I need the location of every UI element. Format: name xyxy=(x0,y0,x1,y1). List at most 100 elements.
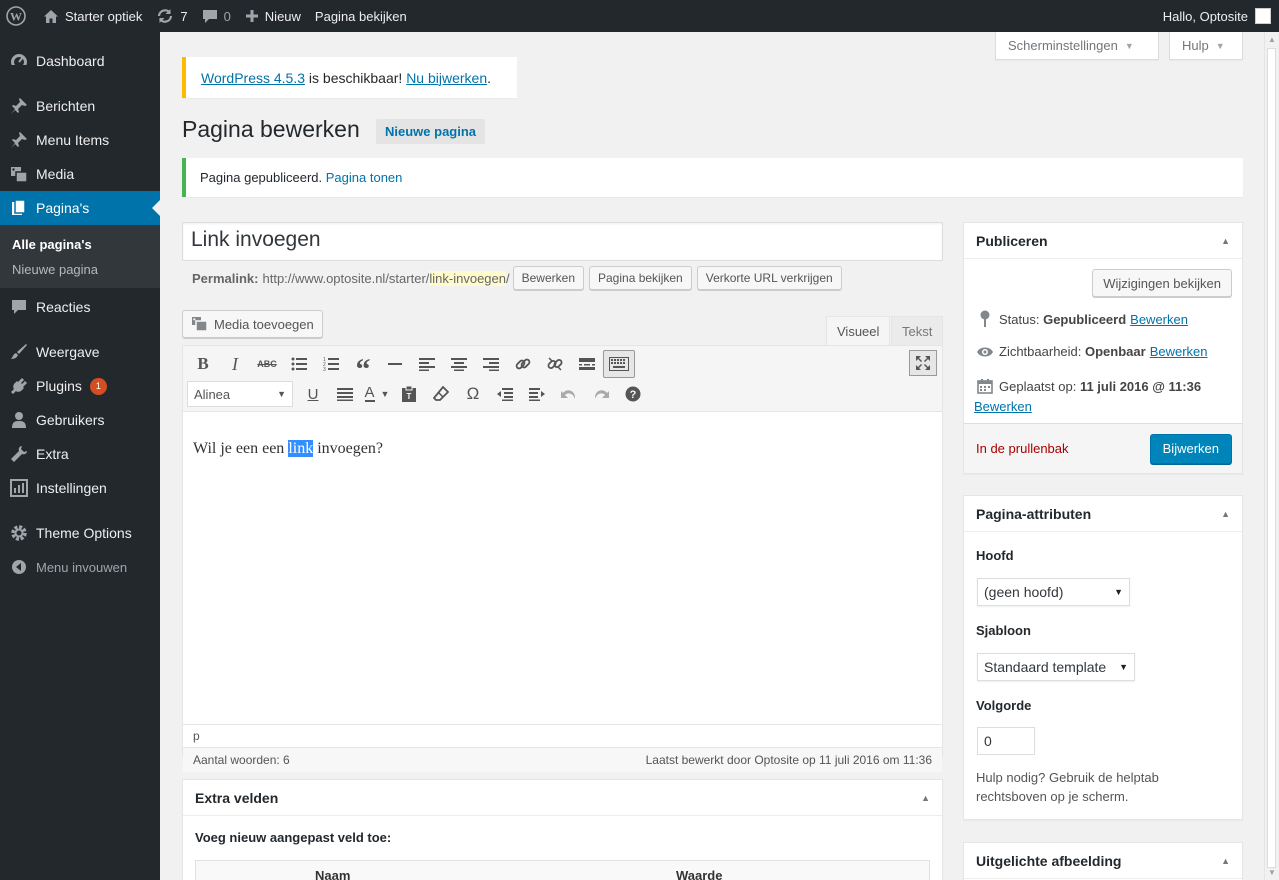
content-after: invoegen? xyxy=(313,440,383,457)
content-editor: B I ABC 123 “ Alinea ▼ U A ▼ T Ω ? Wil j… xyxy=(182,345,943,772)
strikethrough-icon[interactable]: ABC xyxy=(251,350,283,378)
custom-fields-header[interactable]: Extra velden ▲ xyxy=(183,780,942,816)
order-input[interactable]: 0 xyxy=(977,727,1035,755)
add-new-page-button[interactable]: Nieuwe pagina xyxy=(376,119,486,144)
menu-comments[interactable]: Reacties xyxy=(0,290,160,324)
triangle-up-icon[interactable]: ▲ xyxy=(1221,236,1230,246)
wordpress-logo-button[interactable]: W xyxy=(0,0,32,32)
bold-icon[interactable]: B xyxy=(187,350,219,378)
help-toggle[interactable]: Hulp ▼ xyxy=(1169,32,1243,60)
edit-permalink-button[interactable]: Bewerken xyxy=(512,266,584,290)
tab-visual[interactable]: Visueel xyxy=(826,316,891,345)
editor-content[interactable]: Wil je een een link invoegen? xyxy=(193,440,383,458)
help-label: Hulp xyxy=(1182,38,1209,53)
site-name-link[interactable]: Starter optiek xyxy=(36,0,149,32)
menu-menu-items[interactable]: Menu Items xyxy=(0,123,160,157)
page-scrollbar[interactable]: ▲ ▼ xyxy=(1264,32,1279,880)
custom-fields-title: Extra velden xyxy=(195,789,279,806)
preview-changes-button[interactable]: Wijzigingen bekijken xyxy=(1092,269,1232,297)
collapse-arrow-icon xyxy=(9,559,29,575)
element-path-p[interactable]: p xyxy=(193,729,200,743)
remove-link-icon[interactable] xyxy=(539,350,571,378)
updates-link[interactable]: 7 xyxy=(149,0,194,32)
align-left-icon[interactable] xyxy=(411,350,443,378)
scroll-up-icon[interactable]: ▲ xyxy=(1268,35,1276,44)
status-label: Status: xyxy=(999,311,1044,327)
menu-users[interactable]: Gebruikers xyxy=(0,403,160,437)
view-page-notice-link[interactable]: Pagina tonen xyxy=(326,170,403,185)
new-content-link[interactable]: Nieuw xyxy=(238,0,308,32)
visibility-label: Zichtbaarheid: xyxy=(999,344,1085,359)
parent-select[interactable]: (geen hoofd) ▼ xyxy=(977,578,1130,606)
menu-plugins[interactable]: Plugins 1 xyxy=(0,369,160,403)
view-page-button[interactable]: Pagina bekijken xyxy=(589,266,692,290)
toolbar-toggle-icon[interactable] xyxy=(603,350,635,378)
add-media-button[interactable]: Media toevoegen xyxy=(182,310,323,338)
italic-icon[interactable]: I xyxy=(219,350,251,378)
submenu-new-page[interactable]: Nieuwe pagina xyxy=(0,257,160,282)
submenu-all-pages[interactable]: Alle pagina's xyxy=(0,232,160,257)
menu-dashboard[interactable]: Dashboard xyxy=(0,44,160,78)
insert-link-icon[interactable] xyxy=(507,350,539,378)
triangle-up-icon[interactable]: ▲ xyxy=(921,793,930,803)
distraction-free-button[interactable] xyxy=(909,350,937,376)
get-shortlink-button[interactable]: Verkorte URL verkrijgen xyxy=(696,266,842,290)
underline-icon[interactable]: U xyxy=(297,380,329,408)
justify-icon[interactable] xyxy=(329,380,361,408)
special-character-icon[interactable]: Ω xyxy=(457,380,489,408)
screen-options-toggle[interactable]: Scherminstellingen ▼ xyxy=(995,32,1159,60)
permalink-slug: link-invoegen xyxy=(429,270,506,286)
visibility-value: Openbaar xyxy=(1085,344,1146,359)
text-color-icon[interactable]: A ▼ xyxy=(361,380,393,408)
triangle-down-icon: ▼ xyxy=(277,389,286,399)
edit-date-link[interactable]: Bewerken xyxy=(974,399,1032,414)
wordpress-version-link[interactable]: WordPress 4.5.3 xyxy=(201,70,305,86)
horizontal-line-icon[interactable] xyxy=(379,350,411,378)
triangle-up-icon[interactable]: ▲ xyxy=(1221,856,1230,866)
indent-icon[interactable] xyxy=(521,380,553,408)
align-right-icon[interactable] xyxy=(475,350,507,378)
menu-dashboard-label: Dashboard xyxy=(36,53,105,69)
tab-text[interactable]: Tekst xyxy=(891,316,944,345)
redo-icon[interactable] xyxy=(585,380,617,408)
undo-icon[interactable] xyxy=(553,380,585,408)
menu-posts[interactable]: Berichten xyxy=(0,89,160,123)
column-value: Waarde xyxy=(676,868,723,880)
update-now-link[interactable]: Nu bijwerken xyxy=(406,70,487,86)
page-attributes-header[interactable]: Pagina-attributen ▲ xyxy=(964,496,1242,532)
bullet-list-icon[interactable] xyxy=(283,350,315,378)
read-more-icon[interactable] xyxy=(571,350,603,378)
menu-media[interactable]: Media xyxy=(0,157,160,191)
blockquote-icon[interactable]: “ xyxy=(347,350,379,385)
move-to-trash-link[interactable]: In de prullenbak xyxy=(976,441,1069,456)
publish-date-row: Geplaatst op: 11 juli 2016 @ 11:36 xyxy=(976,378,1201,394)
format-select[interactable]: Alinea ▼ xyxy=(187,381,293,407)
clear-formatting-icon[interactable] xyxy=(425,380,457,408)
comments-link[interactable]: 0 xyxy=(195,0,238,32)
selected-text: link xyxy=(288,440,314,457)
featured-image-header[interactable]: Uitgelichte afbeelding ▲ xyxy=(964,843,1242,879)
align-center-icon[interactable] xyxy=(443,350,475,378)
paste-text-icon[interactable]: T xyxy=(393,380,425,408)
numbered-list-icon[interactable]: 123 xyxy=(315,350,347,378)
collapse-menu-button[interactable]: Menu invouwen xyxy=(0,550,160,584)
menu-plugins-label: Plugins xyxy=(36,378,82,394)
view-page-link[interactable]: Pagina bekijken xyxy=(308,0,414,32)
menu-tools[interactable]: Extra xyxy=(0,437,160,471)
my-account-link[interactable]: Hallo, Optosite xyxy=(1156,0,1279,32)
scroll-down-icon[interactable]: ▼ xyxy=(1268,868,1276,877)
edit-visibility-link[interactable]: Bewerken xyxy=(1150,344,1208,359)
triangle-up-icon[interactable]: ▲ xyxy=(1221,509,1230,519)
keyboard-help-icon[interactable]: ? xyxy=(617,380,649,408)
menu-settings[interactable]: Instellingen xyxy=(0,471,160,505)
scrollbar-thumb[interactable] xyxy=(1267,48,1276,868)
menu-theme-options[interactable]: Theme Options xyxy=(0,516,160,550)
template-select[interactable]: Standaard template ▼ xyxy=(977,653,1135,681)
menu-pages[interactable]: Pagina's xyxy=(0,191,160,225)
outdent-icon[interactable] xyxy=(489,380,521,408)
edit-status-link[interactable]: Bewerken xyxy=(1130,312,1188,327)
post-title-input[interactable]: Link invoegen xyxy=(182,222,943,261)
menu-appearance[interactable]: Weergave xyxy=(0,335,160,369)
update-button[interactable]: Bijwerken xyxy=(1149,433,1232,464)
publish-header[interactable]: Publiceren ▲ xyxy=(964,223,1242,259)
